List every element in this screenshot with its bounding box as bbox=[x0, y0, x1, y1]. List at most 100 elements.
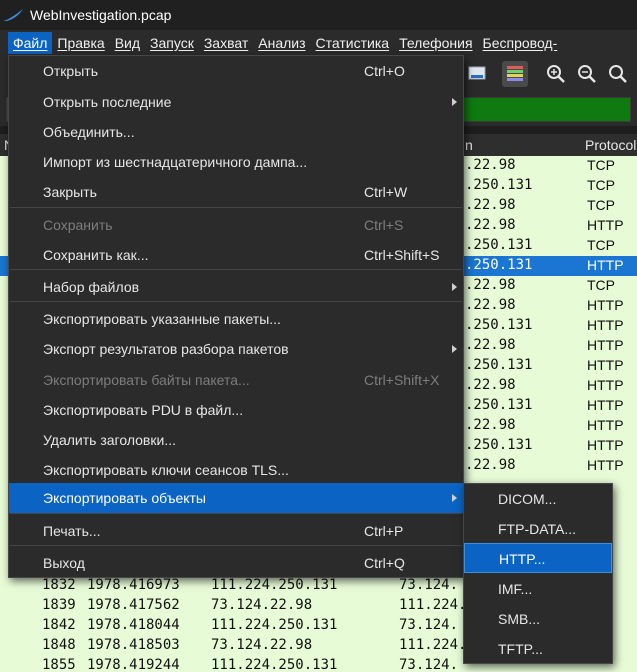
packet-src: 111.224.250.131 bbox=[211, 617, 338, 633]
packet-protocol: TCP bbox=[587, 237, 615, 253]
packet-protocol: HTTP bbox=[587, 457, 624, 473]
file-menu-open-recent[interactable]: Открыть последние bbox=[9, 87, 463, 117]
menu-item-shortcut: Ctrl+Shift+X bbox=[364, 372, 440, 388]
autoscroll-button[interactable] bbox=[464, 61, 490, 87]
menu-item-shortcut: Ctrl+Q bbox=[364, 555, 405, 571]
packet-destination: .22.98 bbox=[465, 157, 516, 173]
packet-src: 73.124.22.98 bbox=[211, 597, 313, 613]
file-menu-export-packet-dissections[interactable]: Экспорт результатов разбора пакетов bbox=[9, 334, 463, 364]
file-menu-print[interactable]: Печать... Ctrl+P bbox=[9, 516, 463, 546]
zoom-out-button[interactable] bbox=[574, 61, 600, 87]
packet-destination: .250.131 bbox=[465, 357, 533, 373]
menu-separator bbox=[10, 301, 462, 302]
menu-item-label: Объединить... bbox=[43, 124, 135, 140]
packet-dst: 111.224. bbox=[399, 597, 467, 613]
export-objects-smb[interactable]: SMB... bbox=[464, 604, 612, 634]
submenu-arrow-icon bbox=[452, 98, 457, 106]
packet-no: 1839 bbox=[42, 597, 76, 613]
menu-item-label: Экспортировать объекты bbox=[43, 490, 206, 506]
packet-protocol: TCP bbox=[587, 177, 615, 193]
file-menu-open[interactable]: Открыть Ctrl+O bbox=[9, 56, 463, 86]
column-header-destination[interactable]: n bbox=[465, 137, 473, 153]
export-objects-tftp[interactable]: TFTP... bbox=[464, 634, 612, 664]
export-objects-imf[interactable]: IMF... bbox=[464, 574, 612, 604]
file-menu-export-packet-bytes: Экспортировать байты пакета... Ctrl+Shift… bbox=[9, 365, 463, 395]
submenu-item-label: FTP-DATA... bbox=[498, 521, 577, 537]
colorize-icon bbox=[507, 66, 523, 81]
packet-time: 1978.418503 bbox=[87, 637, 180, 653]
submenu-arrow-icon bbox=[452, 494, 457, 502]
packet-destination: .22.98 bbox=[465, 197, 516, 213]
packet-protocol: HTTP bbox=[587, 257, 624, 273]
menu-item-shortcut: Ctrl+O bbox=[364, 63, 405, 79]
export-objects-dicom[interactable]: DICOM... bbox=[464, 484, 612, 514]
packet-protocol: HTTP bbox=[587, 217, 624, 233]
menu-go[interactable]: Запуск bbox=[145, 32, 199, 54]
packet-dst: 111.224. bbox=[399, 637, 467, 653]
packet-protocol: TCP bbox=[587, 197, 615, 213]
zoom-in-icon bbox=[547, 65, 565, 83]
file-menu-import-hex-dump[interactable]: Импорт из шестнадцатеричного дампа... bbox=[9, 147, 463, 177]
zoom-reset-icon bbox=[609, 65, 627, 83]
packet-protocol: TCP bbox=[587, 157, 615, 173]
menu-item-label: Экспорт результатов разбора пакетов bbox=[43, 341, 289, 357]
export-objects-submenu: DICOM... FTP-DATA... HTTP... IMF... SMB... TF… bbox=[463, 483, 613, 664]
packet-protocol: HTTP bbox=[587, 357, 624, 373]
menu-separator bbox=[10, 207, 462, 208]
packet-time: 1978.417562 bbox=[87, 597, 180, 613]
file-menu: Открыть Ctrl+O Открыть последние Объединить… bbox=[8, 55, 464, 578]
export-objects-ftp-data[interactable]: FTP-DATA... bbox=[464, 514, 612, 544]
file-menu-export-objects[interactable]: Экспортировать объекты bbox=[9, 483, 463, 513]
menu-item-label: Закрыть bbox=[43, 184, 97, 200]
menu-edit[interactable]: Правка bbox=[52, 32, 109, 54]
menu-capture[interactable]: Захват bbox=[199, 32, 253, 54]
colorize-button[interactable] bbox=[502, 61, 528, 87]
packet-protocol: HTTP bbox=[587, 437, 624, 453]
file-menu-quit[interactable]: Выход Ctrl+Q bbox=[9, 548, 463, 578]
packet-destination: .250.131 bbox=[465, 317, 533, 333]
packet-protocol: HTTP bbox=[587, 417, 624, 433]
zoom-in-button[interactable] bbox=[543, 61, 569, 87]
packet-src: 111.224.250.131 bbox=[211, 577, 338, 593]
file-menu-strip-headers[interactable]: Удалить заголовки... bbox=[9, 425, 463, 455]
packet-protocol: HTTP bbox=[587, 337, 624, 353]
packet-protocol: HTTP bbox=[587, 377, 624, 393]
menu-telephony[interactable]: Телефония bbox=[394, 32, 477, 54]
column-header-protocol[interactable]: Protocol bbox=[585, 137, 636, 153]
packet-time: 1978.418044 bbox=[87, 617, 180, 633]
menu-item-label: Открыть bbox=[43, 63, 98, 79]
file-menu-save: Сохранить Ctrl+S bbox=[9, 210, 463, 240]
packet-no: 1842 bbox=[42, 617, 76, 633]
menu-separator bbox=[10, 513, 462, 514]
menu-separator bbox=[10, 545, 462, 546]
packet-destination: .22.98 bbox=[465, 337, 516, 353]
packet-no: 1832 bbox=[42, 577, 76, 593]
file-menu-merge[interactable]: Объединить... bbox=[9, 117, 463, 147]
menu-file[interactable]: Файл bbox=[8, 31, 53, 54]
menu-item-shortcut: Ctrl+Shift+S bbox=[364, 247, 440, 263]
packet-destination: .22.98 bbox=[465, 417, 516, 433]
menu-separator bbox=[10, 269, 462, 270]
menu-statistics[interactable]: Статистика bbox=[311, 32, 395, 54]
file-menu-export-pdus[interactable]: Экспортировать PDU в файл... bbox=[9, 395, 463, 425]
packet-protocol: HTTP bbox=[587, 297, 624, 313]
submenu-arrow-icon bbox=[452, 345, 457, 353]
menu-item-shortcut: Ctrl+W bbox=[364, 184, 408, 200]
packet-destination: .22.98 bbox=[465, 377, 516, 393]
zoom-reset-button[interactable] bbox=[605, 61, 631, 87]
menu-item-label: Экспортировать указанные пакеты... bbox=[43, 311, 281, 327]
export-objects-http[interactable]: HTTP... bbox=[464, 543, 612, 573]
packet-destination: .22.98 bbox=[465, 457, 516, 473]
file-menu-export-specified-packets[interactable]: Экспортировать указанные пакеты... bbox=[9, 304, 463, 334]
file-menu-export-tls-keys[interactable]: Экспортировать ключи сеансов TLS... bbox=[9, 455, 463, 485]
menu-item-label: Экспортировать ключи сеансов TLS... bbox=[43, 462, 289, 478]
menu-view[interactable]: Вид bbox=[110, 32, 145, 54]
menu-analyze[interactable]: Анализ bbox=[253, 32, 310, 54]
packet-no: 1855 bbox=[42, 657, 76, 672]
menu-wireless[interactable]: Беспровод- bbox=[478, 32, 563, 54]
packet-src: 111.224.250.131 bbox=[211, 657, 338, 672]
menu-item-label: Выход bbox=[43, 555, 85, 571]
file-menu-save-as[interactable]: Сохранить как... Ctrl+Shift+S bbox=[9, 240, 463, 270]
file-menu-close[interactable]: Закрыть Ctrl+W bbox=[9, 177, 463, 207]
file-menu-file-set[interactable]: Набор файлов bbox=[9, 272, 463, 302]
